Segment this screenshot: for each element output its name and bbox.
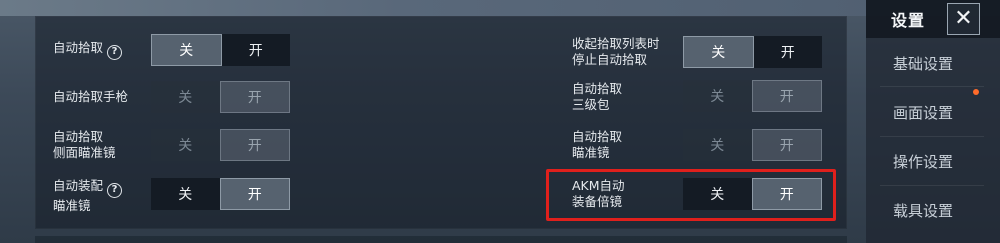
toggle-off-option[interactable]: 关 xyxy=(683,80,752,112)
auto-pickup-side-scope-label: 自动拾取 侧面瞄准镜 xyxy=(53,129,116,160)
toggle-off-option[interactable]: 关 xyxy=(151,178,220,210)
nav-divider xyxy=(880,86,984,87)
auto-equip-scope-toggle[interactable]: 关 开 xyxy=(151,178,290,210)
auto-pickup-label: 自动拾取? xyxy=(53,40,123,60)
toggle-on-option[interactable]: 开 xyxy=(219,178,290,210)
toggle-on-option[interactable]: 开 xyxy=(219,81,290,113)
toggle-on-option[interactable]: 开 xyxy=(751,80,822,112)
background-top xyxy=(0,0,1000,16)
nav-item-vehicle-settings[interactable]: 载具设置 xyxy=(866,189,1000,231)
stop-pickup-toggle[interactable]: 关 开 xyxy=(683,36,822,68)
auto-pickup-pistol-label: 自动拾取手枪 xyxy=(53,89,129,104)
auto-pickup-lvl3-bag-toggle[interactable]: 关 开 xyxy=(683,80,822,112)
highlight-annotation-box xyxy=(546,169,836,221)
stop-pickup-label: 收起拾取列表时 停止自动拾取 xyxy=(572,36,660,67)
auto-pickup-lvl3-bag-label: 自动拾取 三级包 xyxy=(572,81,623,112)
nav-divider xyxy=(880,136,984,137)
close-icon: ✕ xyxy=(954,6,973,31)
notification-dot xyxy=(973,89,979,95)
close-button[interactable]: ✕ xyxy=(947,3,980,35)
auto-pickup-pistol-toggle[interactable]: 关 开 xyxy=(151,81,290,113)
auto-pickup-toggle[interactable]: 关 开 xyxy=(151,34,290,66)
toggle-off-option[interactable]: 关 xyxy=(683,129,752,161)
help-icon[interactable]: ? xyxy=(107,45,123,60)
toggle-off-option[interactable]: 关 xyxy=(683,36,754,68)
sidebar-title: 设置 xyxy=(891,11,926,30)
toggle-off-option[interactable]: 关 xyxy=(151,81,220,113)
nav-item-controls-settings[interactable]: 操作设置 xyxy=(866,140,1000,182)
toggle-off-option[interactable]: 关 xyxy=(151,34,222,66)
toggle-on-option[interactable]: 开 xyxy=(751,129,822,161)
auto-pickup-side-scope-toggle[interactable]: 关 开 xyxy=(151,129,290,161)
toggle-off-option[interactable]: 关 xyxy=(151,129,220,161)
help-icon[interactable]: ? xyxy=(107,183,123,198)
settings-panel-next-row xyxy=(35,236,847,243)
nav-item-graphics-settings[interactable]: 画面设置 xyxy=(866,91,1000,133)
toggle-on-option[interactable]: 开 xyxy=(753,36,822,68)
nav-divider xyxy=(880,185,984,186)
toggle-on-option[interactable]: 开 xyxy=(221,34,290,66)
nav-item-basic-settings[interactable]: 基础设置 xyxy=(866,42,1000,84)
auto-equip-scope-label: 自动装配? 瞄准镜 xyxy=(53,178,123,214)
auto-pickup-scope-label: 自动拾取 瞄准镜 xyxy=(572,129,623,160)
toggle-on-option[interactable]: 开 xyxy=(219,129,290,161)
auto-pickup-scope-toggle[interactable]: 关 开 xyxy=(683,129,822,161)
